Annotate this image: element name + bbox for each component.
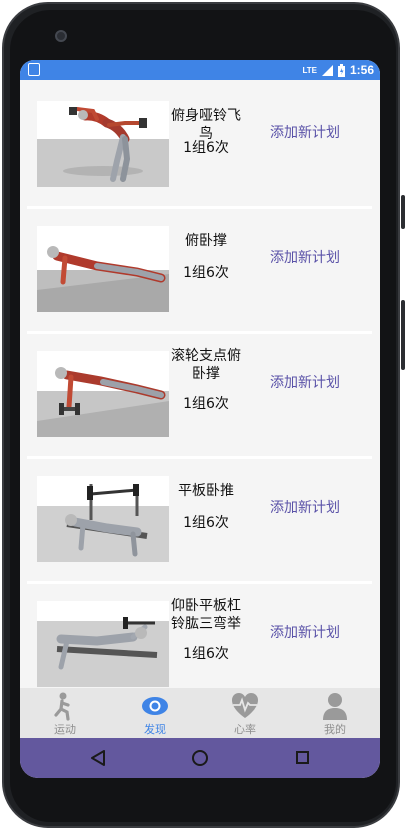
add-plan-button[interactable]: 添加新计划 — [270, 622, 370, 642]
clock: 1:56 — [349, 63, 374, 77]
network-type: LTE — [302, 65, 317, 75]
heart-rate-icon — [232, 693, 258, 718]
exercise-card[interactable]: 俯身哑铃飞鸟 1组6次 添加新计划 — [27, 87, 372, 209]
home-icon[interactable] — [192, 750, 208, 766]
exercise-card[interactable]: 滚轮支点俯卧撑 1组6次 添加新计划 — [27, 337, 372, 459]
exercise-card[interactable]: 俯卧撑 1组6次 添加新计划 — [27, 212, 372, 334]
push-up-figure — [37, 226, 169, 312]
exercise-list[interactable]: 俯身哑铃飞鸟 1组6次 添加新计划 俯卧撑 1组6次 添加新计划 滚轮支点俯卧撑… — [20, 80, 380, 688]
exercise-sets: 1组6次 — [183, 396, 229, 412]
sd-card-icon — [28, 63, 40, 76]
volume-button — [401, 195, 405, 229]
exercise-name: 平板卧推 — [178, 483, 234, 499]
add-plan-button[interactable]: 添加新计划 — [270, 122, 370, 142]
tab-mine[interactable]: 我的 — [290, 688, 380, 738]
power-button — [401, 300, 405, 370]
dumbbell-push-up-figure — [37, 351, 169, 437]
flat-bench-press-figure — [37, 476, 169, 562]
exercise-card[interactable]: 平板卧推 1组6次 添加新计划 — [27, 462, 372, 584]
add-plan-button[interactable]: 添加新计划 — [270, 372, 370, 392]
exercise-sets: 1组6次 — [183, 646, 229, 662]
exercise-sets: 1组6次 — [183, 265, 229, 281]
running-person-icon — [54, 692, 70, 721]
tab-sport[interactable]: 运动 — [20, 688, 110, 738]
status-bar: LTE 1:56 — [20, 60, 380, 80]
app-screen: LTE 1:56 俯身哑铃飞鸟 1组6次 添加新计划 俯卧撑 1组6次 添加新计… — [20, 60, 380, 778]
tab-label: 心率 — [234, 723, 256, 736]
exercise-card[interactable]: 仰卧平板杠铃肱三弯举 1组6次 添加新计划 — [27, 587, 372, 688]
exercise-sets: 1组6次 — [183, 140, 229, 156]
tab-label: 我的 — [324, 723, 346, 736]
add-plan-button[interactable]: 添加新计划 — [270, 497, 370, 517]
front-camera — [55, 30, 67, 42]
lying-triceps-extension-figure — [37, 601, 169, 687]
tab-label: 发现 — [144, 723, 166, 736]
system-navigation-bar — [20, 738, 380, 778]
add-plan-button[interactable]: 添加新计划 — [270, 247, 370, 267]
back-icon[interactable] — [90, 750, 106, 766]
bent-over-dumbbell-fly-figure — [37, 101, 169, 187]
bottom-tab-bar: 运动 发现 心率 我的 — [20, 688, 380, 738]
exercise-sets: 1组6次 — [183, 515, 229, 531]
phone-device: LTE 1:56 俯身哑铃飞鸟 1组6次 添加新计划 俯卧撑 1组6次 添加新计… — [0, 0, 405, 831]
tab-discover[interactable]: 发现 — [110, 688, 200, 738]
exercise-name: 滚轮支点俯卧撑 — [171, 348, 241, 382]
exercise-name: 俯卧撑 — [185, 233, 227, 249]
battery-icon — [337, 63, 345, 77]
signal-icon — [321, 64, 333, 76]
exercise-name: 仰卧平板杠铃肱三弯举 — [171, 598, 241, 632]
user-icon — [323, 693, 347, 720]
eye-icon — [142, 697, 168, 715]
tab-heart-rate[interactable]: 心率 — [200, 688, 290, 738]
tab-label: 运动 — [54, 723, 76, 736]
recent-apps-icon[interactable] — [296, 751, 309, 764]
